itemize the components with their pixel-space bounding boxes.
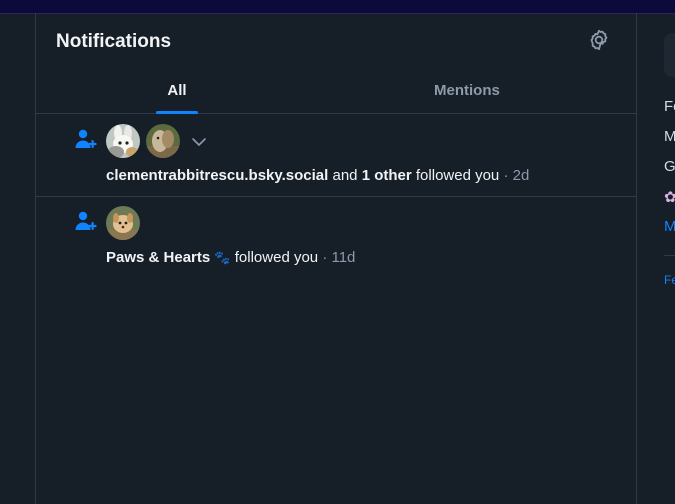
sidebar-feed-item[interactable]: Fe: [664, 98, 675, 115]
tab-bar: All Mentions: [36, 75, 636, 114]
rabbit-avatar[interactable]: [106, 124, 140, 158]
notification-text: Paws & Hearts 🐾 followed you · 11d: [106, 249, 355, 266]
person-plus-icon: [75, 211, 97, 230]
chevron-down-icon[interactable]: [190, 133, 208, 151]
timestamp: · 11d: [322, 249, 356, 266]
others-count[interactable]: 1 other: [362, 167, 412, 184]
notification-text: clementrabbitrescu.bsky.social and 1 oth…: [106, 167, 529, 184]
page-title: Notifications: [56, 31, 172, 52]
sidebar-more-link[interactable]: M: [664, 218, 675, 235]
sidebar-feed-item[interactable]: M: [664, 128, 675, 145]
action-text: followed you: [415, 167, 500, 184]
tab-mentions-label: Mentions: [434, 82, 500, 99]
person-plus-icon: [75, 129, 97, 148]
tab-all-label: All: [167, 82, 187, 99]
paw-emoji: 🐾: [214, 250, 231, 265]
right-divider: [636, 13, 637, 504]
notifications-panel: Notifications All Mentions clementrabbit…: [36, 13, 636, 504]
action-text: followed you: [234, 249, 319, 266]
settings-gear-icon[interactable]: [587, 28, 611, 52]
page-header: Notifications: [36, 13, 636, 69]
tab-mentions[interactable]: Mentions: [434, 75, 500, 113]
sidebar-feed-item[interactable]: G: [664, 158, 675, 175]
connector-text: and: [332, 167, 358, 184]
alpaca-avatar[interactable]: [146, 124, 180, 158]
notification-item[interactable]: clementrabbitrescu.bsky.social and 1 oth…: [36, 114, 636, 197]
dog-avatar[interactable]: [106, 206, 140, 240]
notification-item[interactable]: Paws & Hearts 🐾 followed you · 11d: [36, 196, 636, 286]
sidebar-divider: [664, 255, 675, 256]
sidebar-emoji-icon[interactable]: ✿: [664, 188, 675, 206]
tab-all[interactable]: All: [156, 75, 198, 114]
user-handle-link[interactable]: Paws & Hearts: [106, 249, 210, 266]
top-bar: [0, 0, 675, 14]
timestamp: · 2d: [503, 167, 530, 184]
sidebar-footer-link[interactable]: Fe: [664, 273, 675, 287]
sidebar-search-box[interactable]: [664, 33, 675, 77]
user-handle-link[interactable]: clementrabbitrescu.bsky.social: [106, 167, 328, 184]
